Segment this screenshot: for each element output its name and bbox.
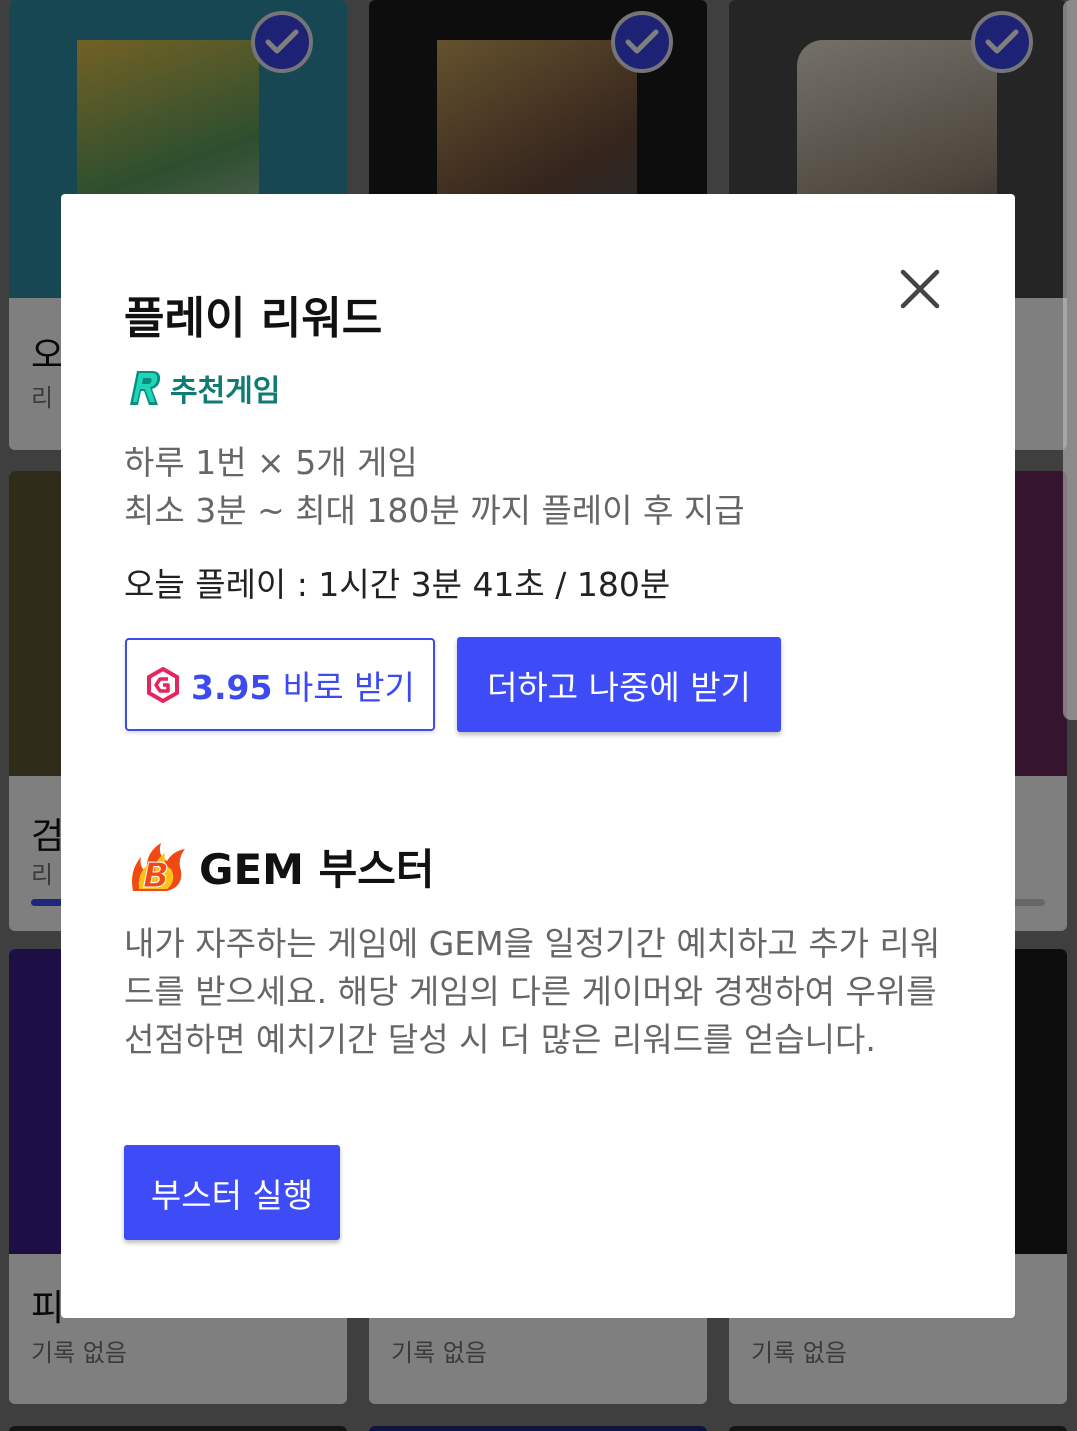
- today-play-time: 오늘 플레이 : 1시간 3분 41초 / 180분: [124, 565, 671, 604]
- booster-description: 내가 자주하는 게임에 GEM을 일정기간 예치하고 추가 리워드를 받으세요.…: [124, 924, 941, 1059]
- claim-later-button[interactable]: 더하고 나중에 받기: [457, 637, 781, 732]
- booster-title: GEM 부스터: [199, 845, 435, 894]
- run-booster-button[interactable]: 부스터 실행: [124, 1145, 340, 1240]
- reward-rule-line2: 최소 3분 ~ 최대 180분 까지 플레이 후 지급: [124, 491, 745, 530]
- r-logo-icon: [130, 371, 161, 405]
- scrollbar[interactable]: [1063, 0, 1077, 720]
- claim-amount: 3.95: [191, 667, 273, 707]
- reward-rule-line1: 하루 1번 × 5개 게임: [124, 443, 418, 482]
- claim-label: 바로 받기: [282, 667, 415, 707]
- gem-icon: [147, 666, 179, 703]
- recommended-game-label: 추천게임: [170, 374, 281, 409]
- recommended-game-tag: 추천게임: [128, 366, 280, 410]
- play-reward-dialog: 플레이 리워드 추천게임 하루 1번 × 5개 게임 최소 3분 ~ 최대 18…: [61, 194, 1015, 1318]
- claim-now-button[interactable]: 3.95 바로 받기: [125, 638, 435, 731]
- close-icon[interactable]: [895, 264, 945, 314]
- dialog-title: 플레이 리워드: [124, 293, 383, 344]
- booster-flame-icon: B: [132, 842, 185, 893]
- svg-text:B: B: [143, 856, 169, 893]
- gem-booster-header: B GEM 부스터: [127, 836, 435, 897]
